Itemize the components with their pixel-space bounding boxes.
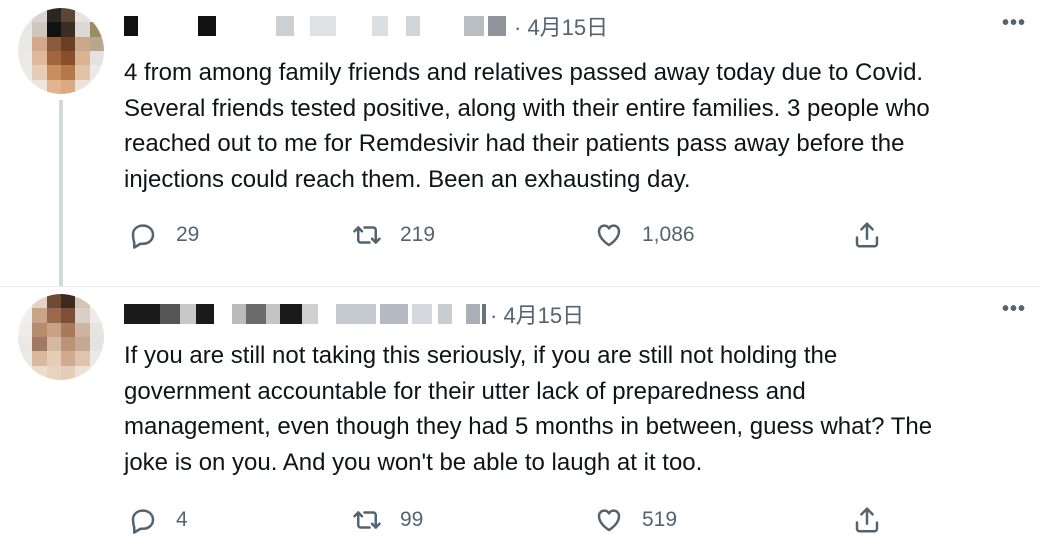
tweet-text: If you are still not taking this serious… xyxy=(124,342,933,476)
reply-icon xyxy=(131,224,155,249)
tweet-date[interactable]: · 4月15日 xyxy=(490,298,584,330)
redacted-name xyxy=(124,304,160,324)
retweet-button[interactable]: 99 xyxy=(352,505,423,535)
more-options-icon[interactable]: ••• xyxy=(1002,298,1026,321)
tweet-actions: 4 99 519 xyxy=(124,500,914,540)
tweet[interactable]: · 4月15日 ••• 4 from among family friends … xyxy=(0,0,1040,286)
like-button[interactable]: 1,086 xyxy=(594,220,695,250)
retweet-count: 99 xyxy=(400,508,424,531)
redacted-name xyxy=(196,304,214,324)
redacted-handle xyxy=(464,16,484,36)
redacted-handle xyxy=(336,304,376,324)
redacted-handle xyxy=(380,304,408,324)
share-icon xyxy=(855,507,879,533)
tweet-header: · 4月15日 xyxy=(124,10,608,42)
redacted-handle xyxy=(466,304,480,324)
redacted-handle xyxy=(372,16,388,36)
redacted-name xyxy=(160,304,180,324)
like-count: 519 xyxy=(642,508,678,531)
share-button[interactable] xyxy=(852,505,882,535)
share-icon xyxy=(855,222,879,248)
redacted-handle xyxy=(438,304,452,324)
reply-button[interactable]: 29 xyxy=(128,220,199,250)
more-options-icon[interactable]: ••• xyxy=(1002,12,1026,35)
redacted-handle xyxy=(488,16,506,36)
redacted-handle xyxy=(482,304,486,324)
redacted-handle xyxy=(310,16,336,36)
redacted-name xyxy=(124,16,138,36)
redacted-name xyxy=(280,304,302,324)
redacted-handle xyxy=(406,16,420,36)
thread-line xyxy=(59,100,63,286)
like-count: 1,086 xyxy=(642,223,695,246)
redacted-name xyxy=(180,304,196,324)
reply-count: 4 xyxy=(176,508,188,531)
reply-count: 29 xyxy=(176,223,200,246)
heart-icon xyxy=(597,224,621,247)
avatar[interactable] xyxy=(18,8,104,94)
heart-icon xyxy=(597,509,621,532)
reply-icon xyxy=(131,509,155,534)
redacted-name xyxy=(266,304,280,324)
retweet-icon xyxy=(353,226,381,244)
tweet-date[interactable]: · 4月15日 xyxy=(514,10,608,42)
redacted-name xyxy=(302,304,318,324)
redacted-handle xyxy=(412,304,432,324)
redacted-handle xyxy=(276,16,294,36)
tweet-text: 4 from among family friends and relative… xyxy=(124,59,930,193)
retweet-icon xyxy=(353,511,381,529)
redacted-name xyxy=(232,304,246,324)
tweet[interactable]: · 4月15日 ••• If you are still not taking … xyxy=(0,286,1040,546)
retweet-button[interactable]: 219 xyxy=(352,220,435,250)
reply-button[interactable]: 4 xyxy=(128,505,188,535)
redacted-name xyxy=(198,16,216,36)
retweet-count: 219 xyxy=(400,223,436,246)
tweet-header: · 4月15日 xyxy=(124,298,584,330)
avatar[interactable] xyxy=(18,294,104,380)
tweet-actions: 29 219 1,086 xyxy=(124,215,914,255)
like-button[interactable]: 519 xyxy=(594,505,677,535)
share-button[interactable] xyxy=(852,220,882,250)
redacted-name xyxy=(246,304,266,324)
